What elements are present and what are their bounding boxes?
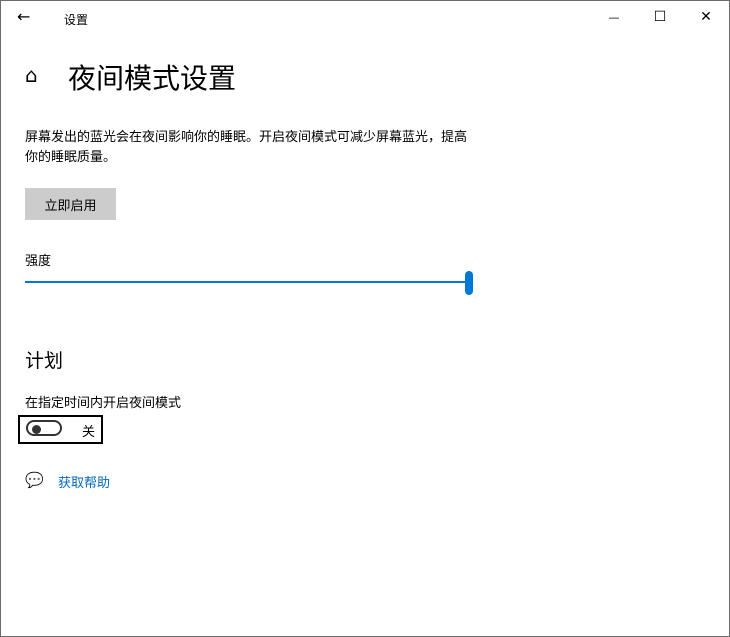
close-button[interactable]: ✕ [683, 1, 729, 33]
window-title: 设置 [64, 13, 89, 27]
back-button[interactable]: ← [17, 7, 30, 26]
schedule-heading: 计划 [25, 350, 64, 372]
minimize-button[interactable]: — [591, 1, 637, 33]
page-title: 夜间模式设置 [68, 62, 237, 95]
toggle-state: 关 [82, 425, 96, 440]
maximize-button[interactable]: ☐ [637, 1, 683, 33]
toggle-knob [32, 425, 41, 434]
home-icon[interactable]: ⌂ [25, 63, 38, 87]
strength-slider-thumb[interactable] [465, 271, 473, 295]
help-icon: 💬 [25, 471, 44, 489]
strength-label: 强度 [25, 254, 52, 269]
schedule-toggle-label: 在指定时间内开启夜间模式 [25, 396, 182, 411]
strength-slider-track[interactable] [25, 281, 469, 283]
description: 屏幕发出的蓝光会在夜间影响你的睡眠。开启夜间模式可减少屏幕蓝光，提高你的睡眠质量… [25, 130, 468, 165]
settings-window: ← 设置 — ☐ ✕ ⌂ 夜间模式设置 屏幕发出的蓝光会在夜间影响你的睡眠。开启… [0, 0, 730, 637]
get-help-link[interactable]: 获取帮助 [58, 472, 110, 491]
enable-now-button[interactable]: 立即启用 [25, 188, 116, 220]
schedule-toggle[interactable]: 关 [18, 415, 103, 444]
